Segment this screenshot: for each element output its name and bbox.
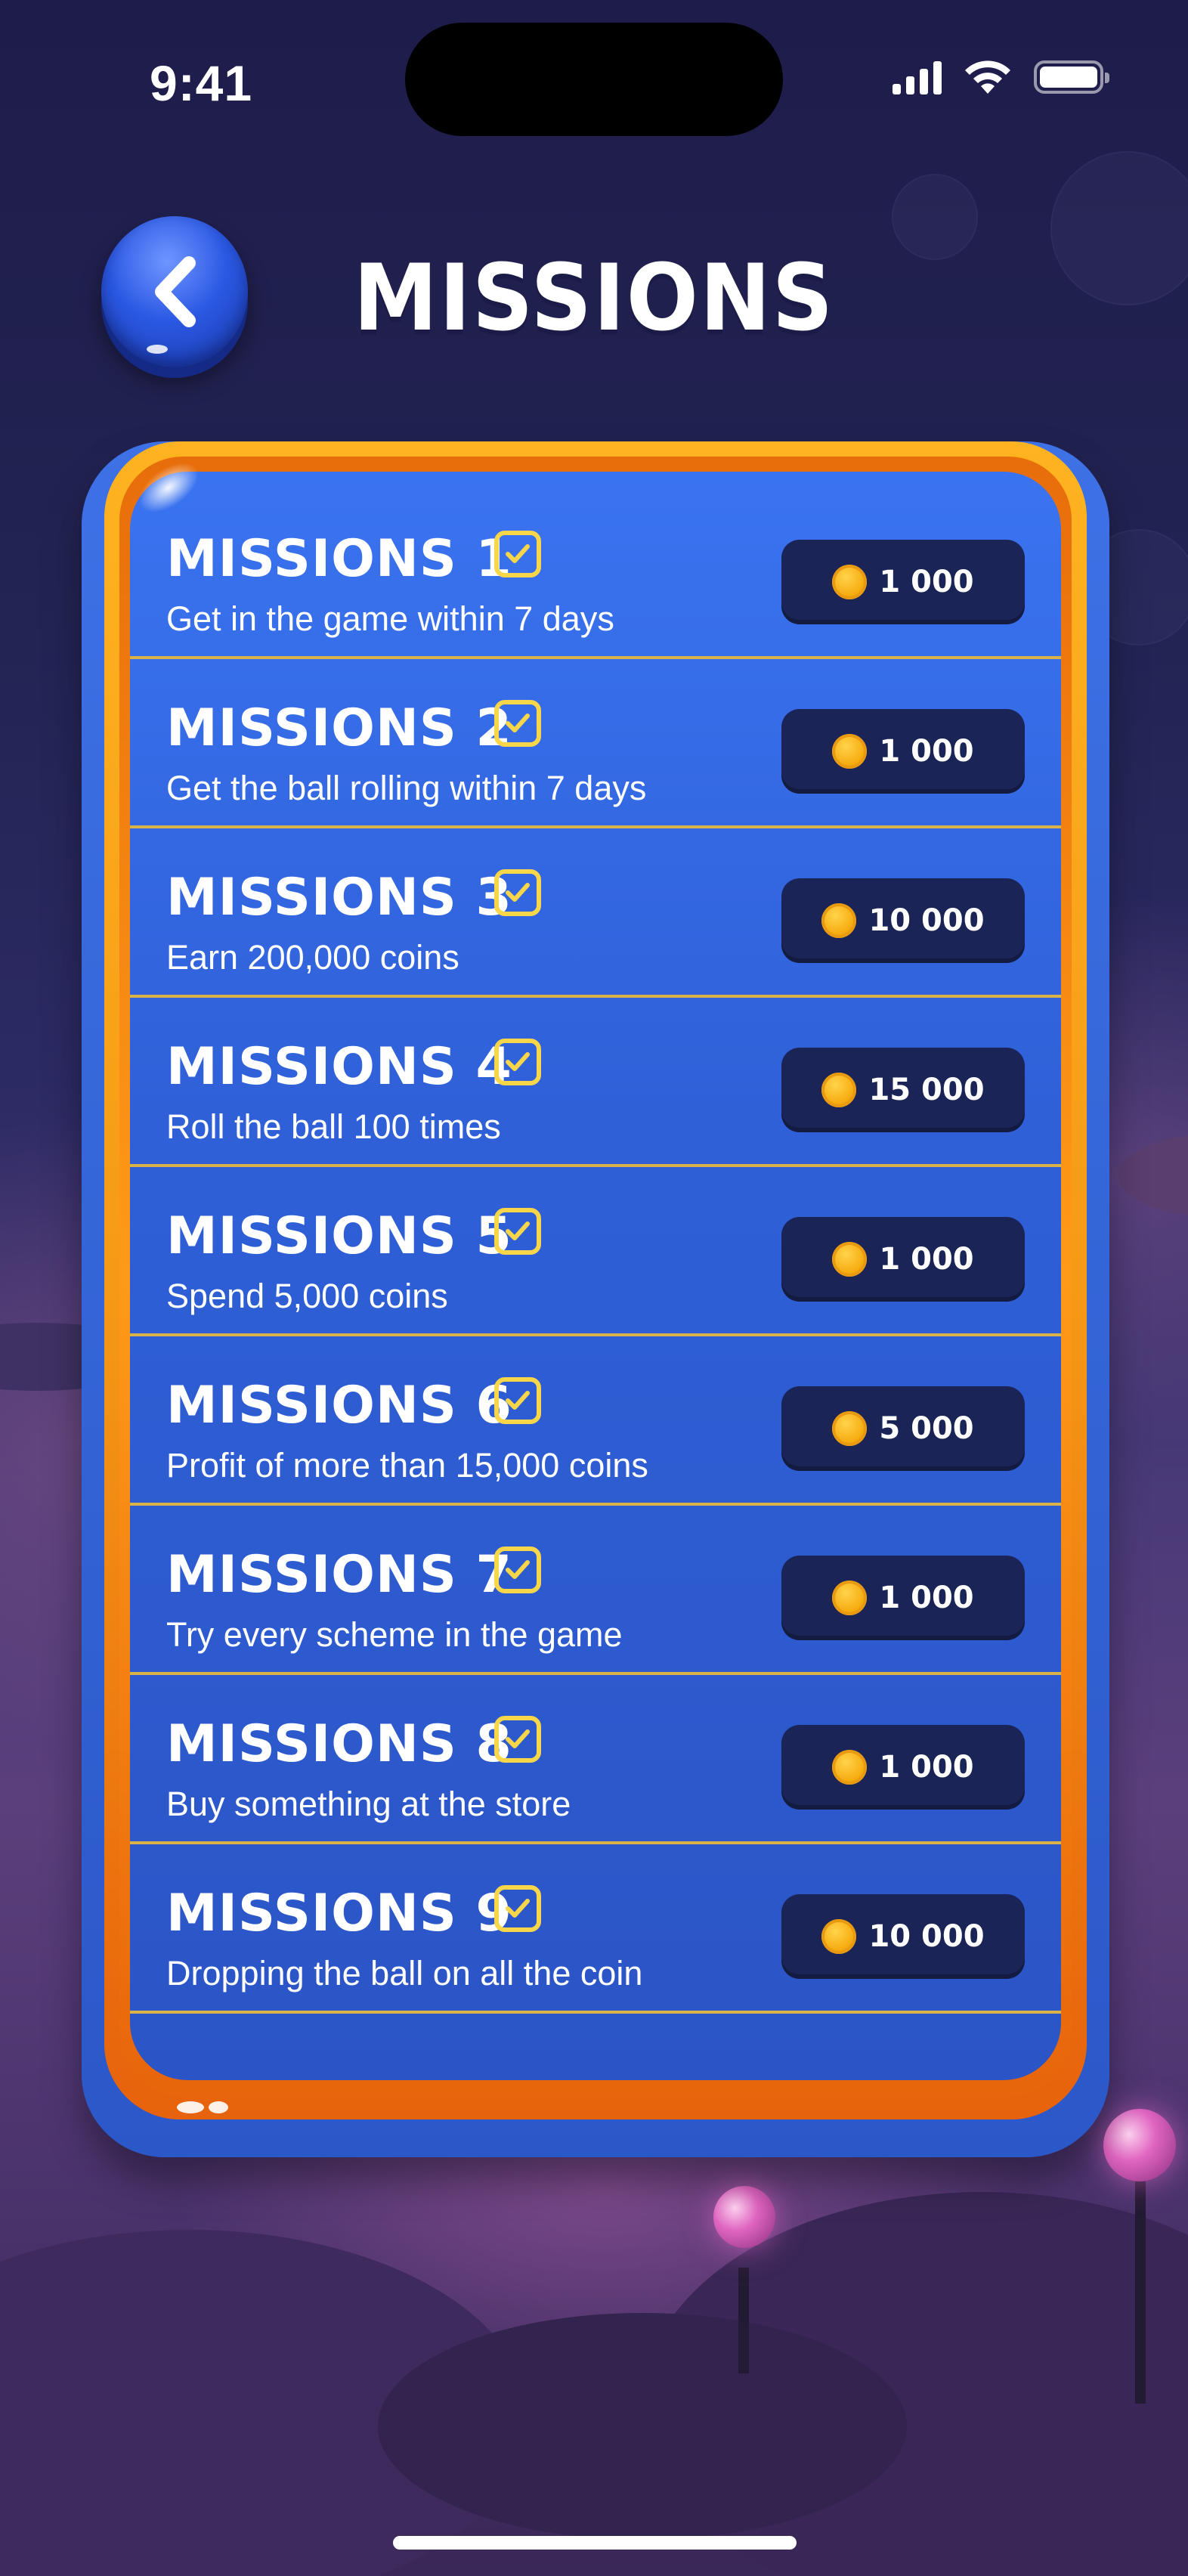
background-island — [1118, 1134, 1188, 1217]
reward-value: 10 000 — [868, 1919, 985, 1954]
battery-icon — [1034, 60, 1109, 94]
mission-description: Earn 200,000 coins — [166, 938, 459, 977]
checkbox-checked-icon — [494, 1208, 541, 1255]
mission-row[interactable]: MISSIONS 7 Try every scheme in the game … — [130, 1506, 1061, 1675]
coin-icon — [832, 1242, 868, 1277]
mission-row[interactable]: MISSIONS 8 Buy something at the store 1 … — [130, 1675, 1061, 1844]
mission-description: Roll the ball 100 times — [166, 1107, 501, 1146]
reward-button[interactable]: 15 000 — [781, 1048, 1025, 1132]
mission-description: Get the ball rolling within 7 days — [166, 769, 647, 807]
mission-row[interactable]: MISSIONS 1 Get in the game within 7 days… — [130, 490, 1061, 659]
mission-row[interactable]: MISSIONS 3 Earn 200,000 coins 10 000 — [130, 828, 1061, 998]
background-lamp — [713, 2186, 775, 2248]
mission-title: MISSIONS 7 — [166, 1545, 512, 1605]
checkbox-checked-icon — [494, 1885, 541, 1932]
home-indicator[interactable] — [393, 2536, 797, 2550]
mission-title: MISSIONS 4 — [166, 1037, 512, 1097]
mission-row[interactable]: MISSIONS 6 Profit of more than 15,000 co… — [130, 1336, 1061, 1506]
reward-button[interactable]: 5 000 — [781, 1386, 1025, 1471]
reward-button[interactable]: 1 000 — [781, 1217, 1025, 1302]
checkbox-checked-icon — [494, 531, 541, 577]
background-lamp — [1103, 2109, 1176, 2181]
reward-value: 1 000 — [879, 565, 974, 599]
panel-shine — [209, 2101, 228, 2113]
reward-button[interactable]: 10 000 — [781, 878, 1025, 963]
mission-row[interactable]: MISSIONS 2 Get the ball rolling within 7… — [130, 659, 1061, 828]
background-hill — [378, 2313, 907, 2540]
background-lamp-pole — [738, 2268, 749, 2373]
reward-value: 5 000 — [879, 1411, 974, 1446]
mission-description: Buy something at the store — [166, 1785, 571, 1823]
mission-title: MISSIONS 9 — [166, 1884, 512, 1943]
reward-value: 1 000 — [879, 734, 974, 769]
coin-icon — [821, 1919, 857, 1954]
reward-button[interactable]: 1 000 — [781, 540, 1025, 624]
mission-title: MISSIONS 1 — [166, 529, 512, 589]
missions-screen: 9:41 MISSIONS MISSIONS 1 Get in the game… — [0, 0, 1188, 2576]
reward-button[interactable]: 1 000 — [781, 709, 1025, 794]
mission-row[interactable]: MISSIONS 5 Spend 5,000 coins 1 000 — [130, 1167, 1061, 1336]
coin-icon — [821, 903, 857, 938]
coin-icon — [832, 565, 868, 599]
reward-value: 1 000 — [879, 1242, 974, 1277]
reward-value: 1 000 — [879, 1581, 974, 1615]
background-lamp-pole — [1135, 2177, 1146, 2404]
mission-row[interactable]: MISSIONS 4 Roll the ball 100 times 15 00… — [130, 998, 1061, 1167]
mission-description: Profit of more than 15,000 coins — [166, 1446, 648, 1485]
mission-description: Try every scheme in the game — [166, 1615, 623, 1654]
dynamic-island — [405, 23, 783, 136]
cellular-signal-icon — [893, 60, 942, 94]
reward-value: 10 000 — [868, 903, 985, 938]
coin-icon — [832, 734, 868, 769]
checkbox-checked-icon — [494, 1716, 541, 1763]
checkbox-checked-icon — [494, 869, 541, 916]
mission-description: Dropping the ball on all the coin — [166, 1954, 643, 1992]
checkbox-checked-icon — [494, 1547, 541, 1593]
mission-description: Spend 5,000 coins — [166, 1277, 448, 1315]
page-title: MISSIONS — [353, 245, 835, 352]
mission-title: MISSIONS 5 — [166, 1206, 512, 1266]
mission-title: MISSIONS 8 — [166, 1714, 512, 1774]
mission-title: MISSIONS 6 — [166, 1376, 512, 1435]
reward-button[interactable]: 1 000 — [781, 1556, 1025, 1640]
mission-description: Get in the game within 7 days — [166, 599, 614, 638]
panel-shine — [177, 2101, 204, 2113]
reward-value: 1 000 — [879, 1750, 974, 1785]
coin-icon — [832, 1750, 868, 1785]
coin-icon — [832, 1411, 868, 1446]
checkbox-checked-icon — [494, 1039, 541, 1085]
coin-icon — [821, 1073, 857, 1107]
mission-row[interactable]: MISSIONS 9 Dropping the ball on all the … — [130, 1844, 1061, 2014]
status-time: 9:41 — [150, 55, 253, 111]
checkbox-checked-icon — [494, 1377, 541, 1424]
reward-value: 15 000 — [868, 1073, 985, 1107]
reward-button[interactable]: 1 000 — [781, 1725, 1025, 1810]
coin-icon — [832, 1581, 868, 1615]
status-icons — [893, 59, 1109, 95]
checkbox-checked-icon — [494, 700, 541, 747]
mission-title: MISSIONS 2 — [166, 698, 512, 758]
wifi-icon — [965, 60, 1010, 94]
reward-button[interactable]: 10 000 — [781, 1894, 1025, 1979]
mission-list: MISSIONS 1 Get in the game within 7 days… — [130, 490, 1061, 2014]
mission-title: MISSIONS 3 — [166, 868, 512, 927]
